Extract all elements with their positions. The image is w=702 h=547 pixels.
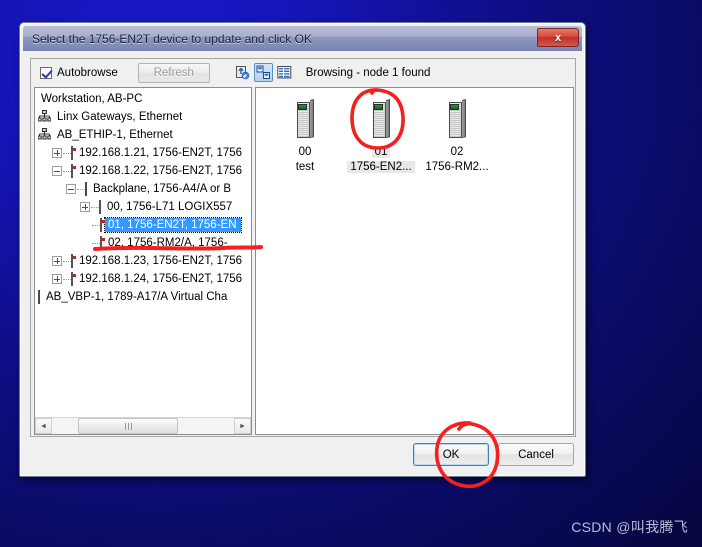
device-item[interactable]: 02 1756-RM2...: [420, 98, 494, 173]
icon-view-icon[interactable]: [253, 63, 273, 82]
tree-item[interactable]: 00, 1756-L71 LOGIX557: [35, 198, 251, 216]
refresh-button[interactable]: Refresh: [137, 62, 210, 83]
expand-icon[interactable]: [52, 148, 62, 158]
tree-item-label: 192.168.1.22, 1756-EN2T, 1756: [79, 165, 243, 177]
tree-item-label: Linx Gateways, Ethernet: [57, 111, 183, 123]
tree-item-label: 01, 1756-EN2T, 1756-EN: [104, 217, 242, 233]
scrollbar-thumb[interactable]: [78, 418, 178, 434]
device-slot-label: 02: [450, 146, 464, 158]
tree-item[interactable]: 02, 1756-RM2/A, 1756-: [35, 234, 251, 252]
dialog-button-bar: OK Cancel: [413, 443, 574, 466]
scroll-right-arrow[interactable]: ►: [234, 418, 251, 434]
module-icon: [296, 99, 315, 140]
tree-item-label: 00, 1756-L71 LOGIX557: [107, 201, 233, 213]
browser-content-frame: Autobrowse Refresh Browsing - node 1 fou…: [30, 58, 576, 437]
module-icon: [100, 236, 102, 250]
collapse-icon[interactable]: [66, 184, 76, 194]
tree-connector: [63, 260, 71, 262]
tree-item-label: AB_VBP-1, 1789-A17/A Virtual Cha: [46, 291, 228, 303]
view-icon-group: [233, 63, 294, 82]
scrollbar-track[interactable]: [52, 418, 234, 434]
device-list: 00 test 01 1756-EN2... 02 1756-RM2...: [268, 98, 573, 173]
device-tree[interactable]: Workstation, AB-PC Linx Gateways, Etherne…: [35, 88, 251, 415]
browse-status-text: Browsing - node 1 found: [305, 66, 431, 79]
expand-icon[interactable]: [52, 274, 62, 284]
tree-item-label: Backplane, 1756-A4/A or B: [93, 183, 232, 195]
tree-item[interactable]: Linx Gateways, Ethernet: [35, 108, 251, 126]
window-title: Select the 1756-EN2T device to update an…: [32, 31, 312, 46]
watermark: CSDN @叫我腾飞: [571, 519, 688, 535]
tree-connector: [63, 152, 71, 154]
tree-connector: [77, 188, 85, 190]
device-tree-pane: Workstation, AB-PC Linx Gateways, Etherne…: [34, 87, 252, 435]
device-icon-pane: 00 test 01 1756-EN2... 02 1756-RM2...: [255, 87, 574, 435]
cancel-button[interactable]: Cancel: [498, 443, 574, 466]
tree-connector: [63, 278, 71, 280]
device-item[interactable]: 00 test: [268, 98, 342, 173]
autobrowse-checkbox[interactable]: Autobrowse: [40, 66, 118, 79]
tree-item-label: 192.168.1.21, 1756-EN2T, 1756: [79, 147, 243, 159]
device-name-label: test: [295, 161, 315, 173]
tree-horizontal-scrollbar[interactable]: ◄ ►: [35, 417, 251, 434]
module-icon: [71, 272, 73, 286]
tree-connector: [91, 206, 99, 208]
backplane-icon: [85, 182, 87, 196]
tree-item-label: 192.168.1.24, 1756-EN2T, 1756: [79, 273, 243, 285]
expand-icon[interactable]: [80, 202, 90, 212]
device-selection-dialog: Select the 1756-EN2T device to update an…: [19, 22, 586, 477]
tree-item-label: AB_ETHIP-1, Ethernet: [57, 129, 173, 141]
ok-button[interactable]: OK: [413, 443, 489, 466]
list-view-icon[interactable]: [275, 63, 294, 82]
browse-toolbar: Autobrowse Refresh Browsing - node 1 fou…: [31, 59, 575, 86]
device-name-label: 1756-RM2...: [425, 161, 489, 173]
tree-item[interactable]: Workstation, AB-PC: [35, 90, 251, 108]
tree-item[interactable]: 192.168.1.23, 1756-EN2T, 1756: [35, 252, 251, 270]
tree-connector: [92, 224, 100, 226]
thumb-grip-icon: [124, 422, 132, 430]
tree-item-label: Workstation, AB-PC: [41, 93, 143, 105]
tree-item[interactable]: 192.168.1.24, 1756-EN2T, 1756: [35, 270, 251, 288]
module-icon: [448, 99, 467, 140]
dialog-client-area: Autobrowse Refresh Browsing - node 1 fou…: [24, 53, 581, 472]
module-icon: [71, 164, 73, 178]
expand-icon[interactable]: [52, 256, 62, 266]
scroll-left-arrow[interactable]: ◄: [35, 418, 52, 434]
tree-connector: [63, 170, 71, 172]
module-icon: [100, 218, 102, 232]
device-item[interactable]: 01 1756-EN2...: [344, 98, 418, 173]
network-icon: [37, 109, 52, 125]
collapse-icon[interactable]: [52, 166, 62, 176]
module-icon: [71, 146, 73, 160]
device-name-label: 1756-EN2...: [347, 161, 415, 173]
tree-item[interactable]: 192.168.1.22, 1756-EN2T, 1756: [35, 162, 251, 180]
title-bar: Select the 1756-EN2T device to update an…: [23, 26, 582, 51]
tree-item-label: 192.168.1.23, 1756-EN2T, 1756: [79, 255, 243, 267]
backplane-icon: [38, 290, 40, 304]
tree-item[interactable]: Backplane, 1756-A4/A or B: [35, 180, 251, 198]
tree-item-label: 02, 1756-RM2/A, 1756-: [108, 237, 228, 249]
device-slot-label: 00: [298, 146, 312, 158]
tree-connector: [92, 242, 100, 244]
autobrowse-checkbox-box[interactable]: [40, 66, 52, 79]
autobrowse-label: Autobrowse: [57, 66, 118, 79]
tree-item[interactable]: 192.168.1.21, 1756-EN2T, 1756: [35, 144, 251, 162]
tree-item[interactable]: AB_VBP-1, 1789-A17/A Virtual Cha: [35, 288, 251, 306]
refresh-browse-icon[interactable]: [233, 63, 252, 82]
module-icon: [372, 99, 391, 140]
module-icon: [71, 254, 73, 268]
module-icon: [99, 200, 101, 214]
device-slot-label: 01: [371, 146, 391, 158]
tree-item[interactable]: 01, 1756-EN2T, 1756-EN: [35, 216, 251, 234]
close-icon: x: [554, 31, 562, 44]
network-icon: [37, 127, 52, 143]
close-button[interactable]: x: [537, 28, 579, 47]
tree-item[interactable]: AB_ETHIP-1, Ethernet: [35, 126, 251, 144]
